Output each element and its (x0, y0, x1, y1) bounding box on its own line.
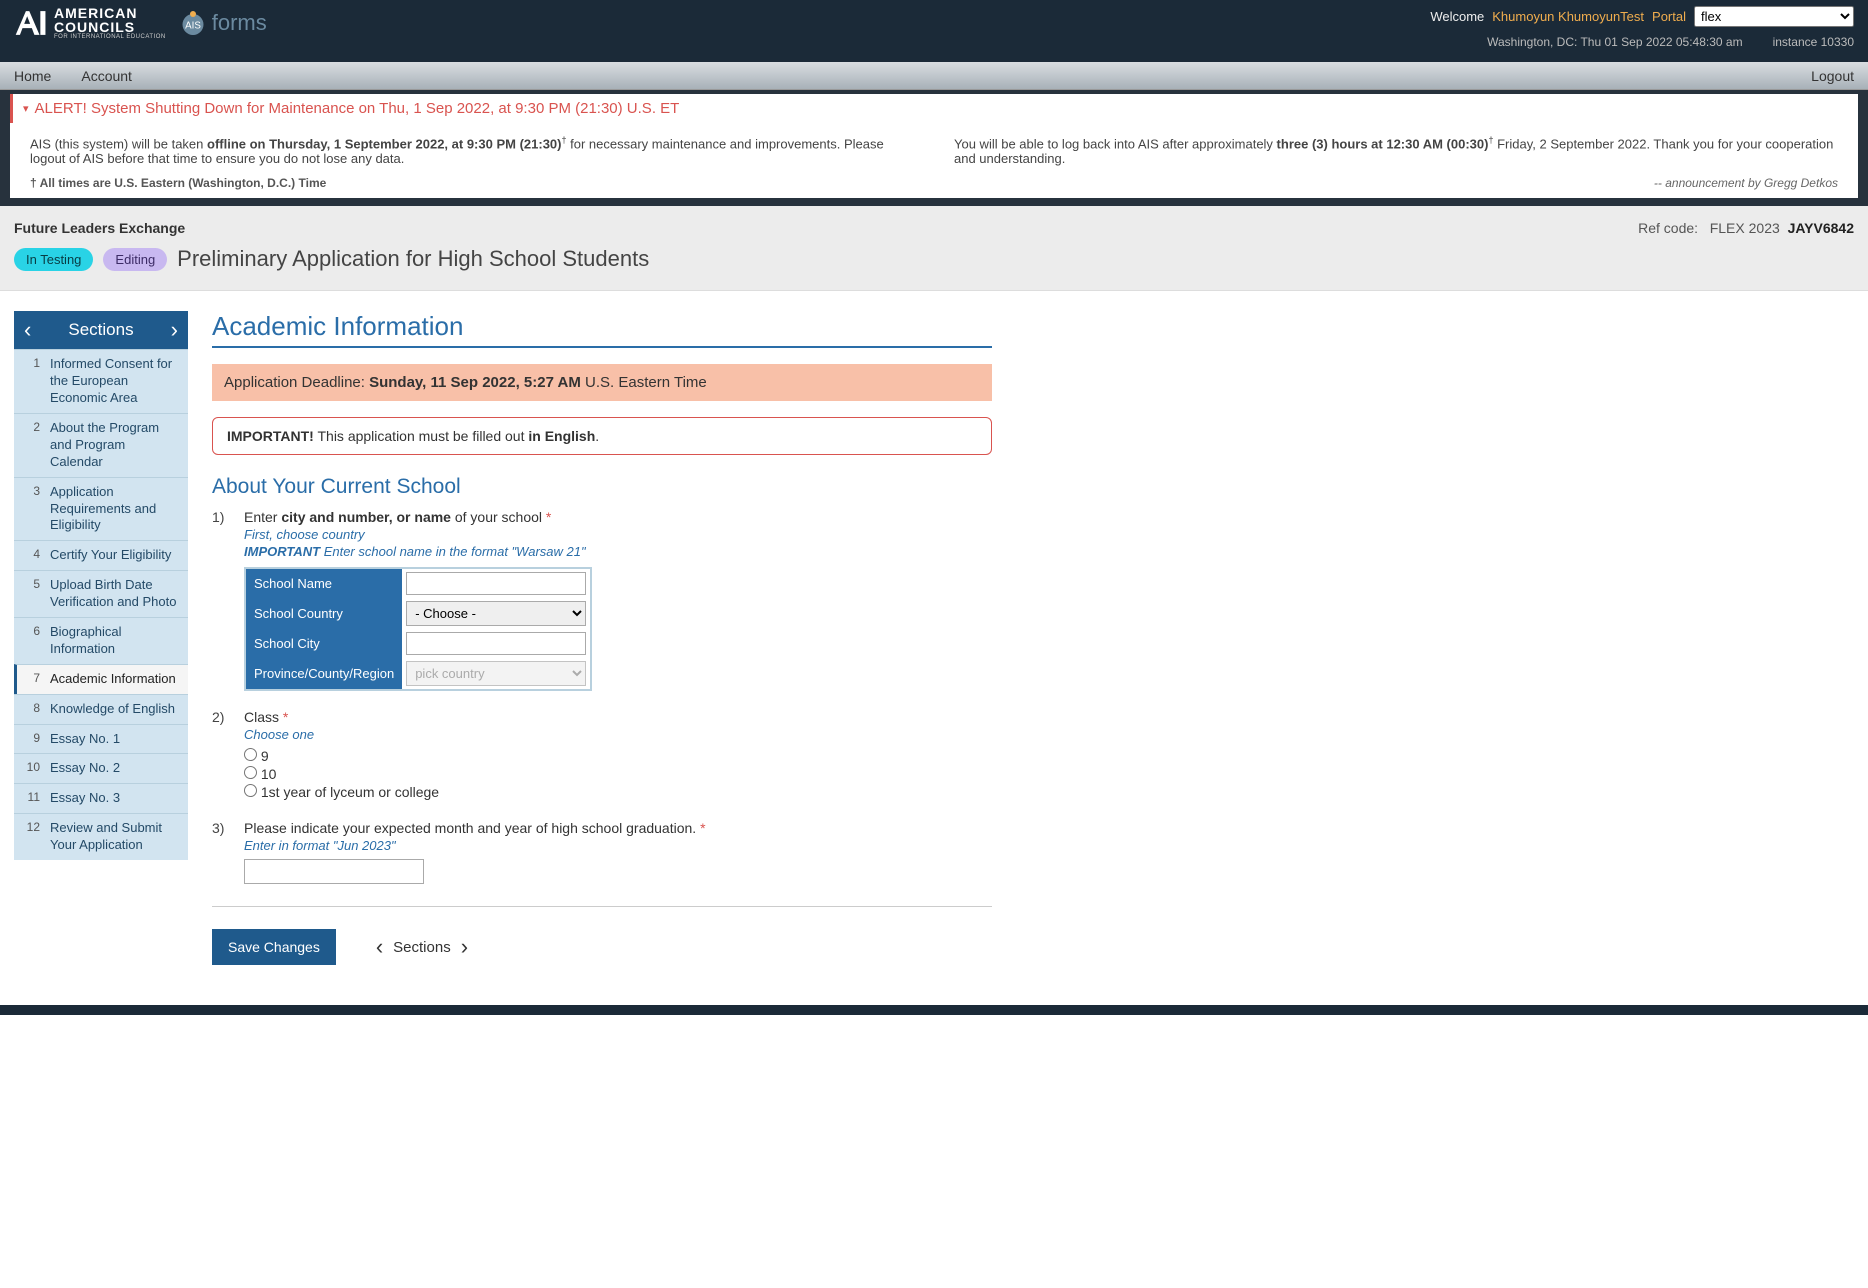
section-prev-bottom-icon[interactable]: ‹ (376, 934, 383, 960)
school-city-label: School City (245, 629, 402, 658)
alert-author: -- announcement by Gregg Detkos (1654, 176, 1838, 190)
section-nav-item[interactable]: 8Knowledge of English (14, 694, 188, 724)
section-nav-item[interactable]: 12Review and Submit Your Application (14, 813, 188, 860)
nav-account[interactable]: Account (81, 68, 132, 84)
status-badge-editing: Editing (103, 248, 167, 271)
section-next-bottom-icon[interactable]: › (461, 934, 468, 960)
portal-link[interactable]: Portal (1652, 9, 1686, 24)
section-title: Academic Information (212, 311, 992, 348)
section-nav: ‹ Sections › 1Informed Consent for the E… (14, 311, 188, 860)
school-country-select[interactable]: - Choose - (406, 601, 586, 626)
chevron-down-icon: ▾ (23, 102, 29, 115)
section-nav-item[interactable]: 4Certify Your Eligibility (14, 540, 188, 570)
school-country-label: School Country (245, 598, 402, 629)
alert-toggle[interactable]: ▾ ALERT! System Shutting Down for Mainte… (10, 94, 1858, 123)
sections-nav-bottom: ‹ Sections › (376, 934, 468, 960)
class-radio-option[interactable]: 10 (244, 766, 992, 782)
alert-banner: ▾ ALERT! System Shutting Down for Mainte… (0, 90, 1868, 206)
q3-hint: Enter in format "Jun 2023" (244, 838, 992, 853)
save-button[interactable]: Save Changes (212, 929, 336, 965)
graduation-date-input[interactable] (244, 859, 424, 884)
welcome-label: Welcome (1430, 9, 1484, 24)
section-nav-item[interactable]: 6Biographical Information (14, 617, 188, 664)
region-label: Province/County/Region (245, 658, 402, 690)
status-badge-testing: In Testing (14, 248, 93, 271)
program-name: Future Leaders Exchange (14, 220, 185, 236)
required-star: * (283, 709, 288, 725)
section-nav-item[interactable]: 3Application Requirements and Eligibilit… (14, 477, 188, 541)
separator (212, 906, 992, 907)
school-name-label: School Name (245, 568, 402, 598)
server-time: Washington, DC: Thu 01 Sep 2022 05:48:30… (1487, 35, 1743, 49)
instance-label: instance 10330 (1773, 35, 1854, 49)
form-title: Preliminary Application for High School … (177, 246, 649, 272)
alert-body: AIS (this system) will be taken offline … (10, 123, 1858, 172)
question-3: 3) Please indicate your expected month a… (212, 820, 992, 884)
region-select[interactable]: pick country (406, 661, 586, 686)
top-header: AMERICAN COUNCILS FOR INTERNATIONAL EDUC… (0, 0, 1868, 62)
section-nav-item[interactable]: 1Informed Consent for the European Econo… (14, 349, 188, 413)
important-box: IMPORTANT! This application must be fill… (212, 417, 992, 455)
section-prev-icon[interactable]: ‹ (24, 317, 31, 343)
class-radio[interactable] (244, 748, 257, 761)
question-1: 1) Enter city and number, or name of you… (212, 509, 992, 691)
class-radio[interactable] (244, 784, 257, 797)
section-nav-item[interactable]: 7Academic Information (14, 664, 188, 694)
content-area: Academic Information Application Deadlin… (212, 311, 992, 965)
ais-logo-icon: AIS (178, 8, 208, 38)
school-name-input[interactable] (406, 572, 586, 595)
username-link[interactable]: Khumoyun KhumoyunTest (1492, 9, 1644, 24)
class-radio-option[interactable]: 1st year of lyceum or college (244, 784, 992, 800)
required-star: * (546, 509, 551, 525)
q2-hint: Choose one (244, 727, 992, 742)
american-councils-logo: AMERICAN COUNCILS FOR INTERNATIONAL EDUC… (14, 6, 166, 40)
section-nav-item[interactable]: 9Essay No. 1 (14, 724, 188, 754)
section-nav-item[interactable]: 11Essay No. 3 (14, 783, 188, 813)
class-radio-option[interactable]: 9 (244, 748, 992, 764)
class-radio[interactable] (244, 766, 257, 779)
page-header: Future Leaders Exchange Ref code: FLEX 2… (0, 206, 1868, 291)
portal-select[interactable]: flex (1694, 6, 1854, 27)
required-star: * (700, 820, 705, 836)
sub-title: About Your Current School (212, 475, 992, 499)
section-next-icon[interactable]: › (171, 317, 178, 343)
ais-forms-logo: AIS forms (178, 8, 267, 38)
school-fields-table: School Name School Country - Choose - Sc… (244, 567, 592, 691)
section-nav-item[interactable]: 5Upload Birth Date Verification and Phot… (14, 570, 188, 617)
header-logos: AMERICAN COUNCILS FOR INTERNATIONAL EDUC… (14, 6, 267, 40)
deadline-box: Application Deadline: Sunday, 11 Sep 202… (212, 364, 992, 401)
nav-logout[interactable]: Logout (1811, 68, 1854, 84)
section-nav-item[interactable]: 10Essay No. 2 (14, 753, 188, 783)
section-nav-title: Sections (68, 320, 133, 340)
svg-text:AIS: AIS (185, 20, 201, 31)
school-city-input[interactable] (406, 632, 586, 655)
ac-logo-icon (14, 6, 48, 40)
q1-hint2: IMPORTANT Enter school name in the forma… (244, 544, 992, 559)
nav-home[interactable]: Home (14, 68, 51, 84)
q1-hint1: First, choose country (244, 527, 992, 542)
ref-code-block: Ref code: FLEX 2023 JAYV6842 (1638, 220, 1854, 236)
alert-title: ALERT! System Shutting Down for Maintena… (35, 100, 680, 117)
alert-tz-note: † All times are U.S. Eastern (Washington… (30, 176, 326, 190)
section-nav-item[interactable]: 2About the Program and Program Calendar (14, 413, 188, 477)
footer-bar (0, 1005, 1868, 1015)
nav-bar: Home Account Logout (0, 62, 1868, 90)
question-2: 2) Class * Choose one 9 10 1st year of l… (212, 709, 992, 802)
